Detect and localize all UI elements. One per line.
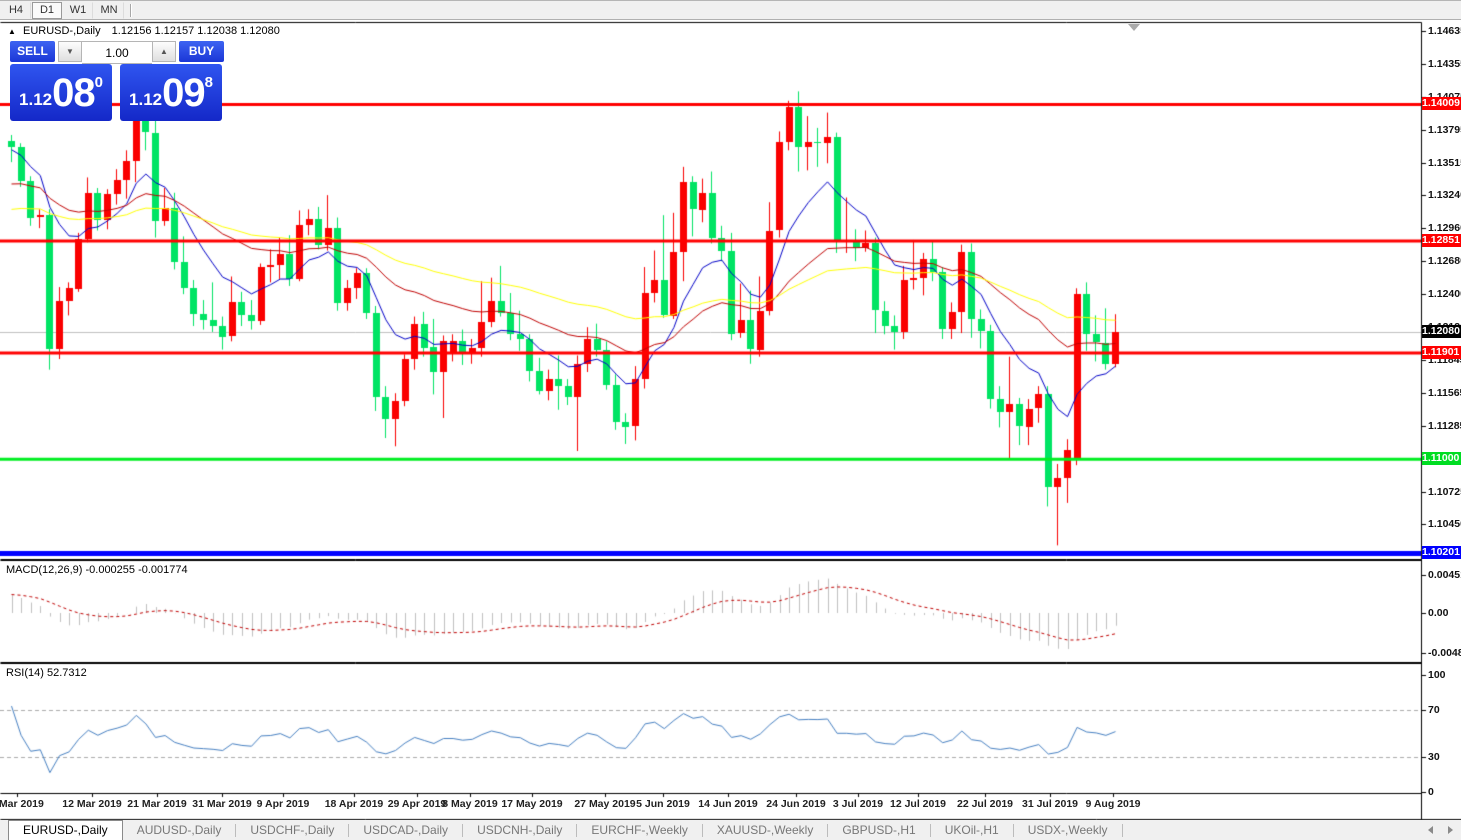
buy-price-sup: 8 [205,74,213,91]
sell-price-prefix: 1.12 [19,90,52,110]
price-axis-label: 1.12960 [1428,222,1461,234]
rsi-axis-label: 0 [1428,786,1434,798]
rsi-axis-label: 30 [1428,751,1440,763]
chart-canvas[interactable] [0,1,1461,840]
date-axis-label: 29 Apr 2019 [388,798,447,810]
macd-axis-label: 0.00 [1428,607,1448,619]
tab-usdcnh-daily[interactable]: USDCNH-,Daily [463,820,576,840]
price-axis-label: 1.13795 [1428,124,1461,136]
chart-shift-marker-icon[interactable] [1128,24,1140,31]
date-axis-label: 21 Mar 2019 [127,798,187,810]
rsi-axis-label: 70 [1428,704,1440,716]
rsi-axis-label: 100 [1428,669,1446,681]
sell-price-tile[interactable]: 1.12 08 0 [10,64,112,121]
price-axis-label: 1.10450 [1428,518,1461,530]
date-axis-label: 24 Jun 2019 [766,798,826,810]
sell-price-big: 08 [52,73,95,113]
date-axis-label: 31 Mar 2019 [192,798,252,810]
tab-eurchf-weekly[interactable]: EURCHF-,Weekly [577,820,701,840]
price-axis-label: 1.12680 [1428,255,1461,267]
date-axis-label: 22 Jul 2019 [957,798,1013,810]
date-axis-label: 17 May 2019 [501,798,562,810]
timeframe-button-d1[interactable]: D1 [32,2,62,19]
price-axis-label: 1.13240 [1428,189,1461,201]
sell-price-sup: 0 [95,74,103,91]
level-price-label: 1.14009 [1422,97,1461,110]
buy-price-tile[interactable]: 1.12 09 8 [120,64,222,121]
tab-scroll-left-icon[interactable] [1428,826,1433,834]
tab-ukoil-h1[interactable]: UKOil-,H1 [931,820,1013,840]
chart-quote-values: 1.12156 1.12157 1.12038 1.12080 [112,25,280,37]
chart-title: ▲ EURUSD-,Daily 1.12156 1.12157 1.12038 … [8,25,280,37]
timeframe-button-w1[interactable]: W1 [63,2,93,19]
symbol-tab-bar: EURUSD-,DailyAUDUSD-,DailyUSDCHF-,DailyU… [0,820,1461,840]
tab-audusd-daily[interactable]: AUDUSD-,Daily [123,820,236,840]
level-price-label: 1.10201 [1422,546,1461,559]
price-axis-label: 1.10725 [1428,486,1461,498]
price-axis-label: 1.11285 [1428,420,1461,432]
level-price-label: 1.12851 [1422,234,1461,247]
macd-indicator-label: MACD(12,26,9) -0.000255 -0.001774 [6,564,188,576]
buy-price-big: 09 [162,73,205,113]
current-price-label: 1.12080 [1422,325,1461,338]
toolbar-separator [130,4,132,17]
date-axis-label: 5 Jun 2019 [636,798,690,810]
price-axis-label: 1.14355 [1428,58,1461,70]
macd-axis-label: -0.004806 [1428,647,1461,659]
tab-separator [1122,824,1123,837]
tab-usdchf-daily[interactable]: USDCHF-,Daily [236,820,348,840]
chart-symbol-label: EURUSD-,Daily [23,25,101,37]
trading-terminal-window: H4 D1 W1 MN ▲ EURUSD-,Daily 1.12156 1.12… [0,0,1461,840]
buy-price-prefix: 1.12 [129,90,162,110]
volume-decrease-button[interactable]: ▼ [58,41,82,62]
date-axis-label: 12 Mar 2019 [62,798,122,810]
level-price-label: 1.11901 [1422,346,1461,359]
macd-axis-label: 0.004517 [1428,569,1461,581]
date-axis-label: 31 Jul 2019 [1022,798,1078,810]
date-axis-label: 3 Jul 2019 [833,798,883,810]
level-price-label: 1.11000 [1422,452,1461,465]
collapse-triangle-icon[interactable]: ▲ [8,27,16,36]
tab-eurusd-daily[interactable]: EURUSD-,Daily [8,820,123,840]
timeframe-toolbar: H4 D1 W1 MN [0,1,1461,20]
date-axis-label: 8 May 2019 [442,798,497,810]
date-axis-label: 27 May 2019 [574,798,635,810]
tab-usdcad-daily[interactable]: USDCAD-,Daily [349,820,462,840]
date-axis-label: 9 Apr 2019 [257,798,310,810]
sell-button[interactable]: SELL [10,41,55,62]
timeframe-button-h4[interactable]: H4 [1,2,31,19]
date-axis-label: 3 Mar 2019 [0,798,44,810]
volume-increase-button[interactable]: ▲ [152,41,176,62]
one-click-trade-panel: SELL ▼ ▲ BUY 1.12 08 0 1.12 09 8 [10,41,224,122]
date-axis-label: 9 Aug 2019 [1085,798,1140,810]
tab-scroll-right-icon[interactable] [1448,826,1453,834]
date-axis-label: 12 Jul 2019 [890,798,946,810]
tab-xauusd-weekly[interactable]: XAUUSD-,Weekly [703,820,827,840]
price-axis-label: 1.14635 [1428,25,1461,37]
tab-gbpusd-h1[interactable]: GBPUSD-,H1 [828,820,929,840]
date-axis-label: 18 Apr 2019 [325,798,384,810]
price-axis-label: 1.11565 [1428,387,1461,399]
date-axis-label: 14 Jun 2019 [698,798,758,810]
rsi-indicator-label: RSI(14) 52.7312 [6,667,87,679]
buy-button[interactable]: BUY [179,41,224,62]
macd-values: -0.000255 -0.001774 [85,564,187,576]
tab-usdx-weekly[interactable]: USDX-,Weekly [1014,820,1122,840]
timeframe-button-mn[interactable]: MN [94,2,124,19]
rsi-value: 52.7312 [47,667,87,679]
price-axis-label: 1.13515 [1428,157,1461,169]
volume-input[interactable] [82,41,152,64]
price-axis-label: 1.12400 [1428,288,1461,300]
